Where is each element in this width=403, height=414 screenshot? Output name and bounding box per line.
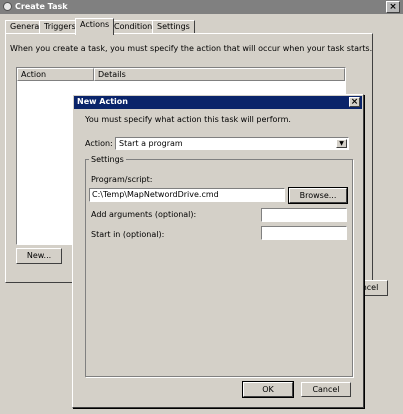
close-icon[interactable]: × [349,97,360,107]
action-select-value: Start a program [119,139,183,148]
start-in-input[interactable] [261,226,347,240]
ok-button[interactable]: OK [242,381,294,398]
task-icon [3,2,12,11]
program-script-input[interactable]: C:\Temp\MapNetwordDrive.cmd [89,188,285,202]
window-close-icon[interactable]: × [386,1,400,13]
add-arguments-input[interactable] [261,208,347,222]
settings-group-label: Settings [89,155,126,164]
tab-settings[interactable]: Settings [152,20,195,34]
window-titlebar: Create Task × [0,0,403,14]
browse-button[interactable]: Browse... [288,187,348,204]
column-header-details[interactable]: Details [94,68,345,81]
action-select[interactable]: Start a program ▼ [115,137,349,150]
cancel-button[interactable]: Cancel [301,382,351,397]
dialog-instruction: You must specify what action this task w… [85,115,291,124]
dialog-title: New Action [77,97,128,106]
actions-instruction: When you create a task, you must specify… [10,44,373,53]
tab-actions[interactable]: Actions [75,18,115,35]
new-action-button[interactable]: New... [16,248,62,264]
window-title: Create Task [15,2,68,11]
program-script-label: Program/script: [91,175,153,184]
new-action-dialog: New Action × You must specify what actio… [72,94,364,408]
dialog-titlebar: New Action × [74,96,362,109]
column-header-action[interactable]: Action [17,68,94,81]
start-in-label: Start in (optional): [91,230,165,239]
add-arguments-label: Add arguments (optional): [91,210,197,219]
chevron-down-icon[interactable]: ▼ [336,139,347,148]
action-label: Action: [85,139,113,148]
